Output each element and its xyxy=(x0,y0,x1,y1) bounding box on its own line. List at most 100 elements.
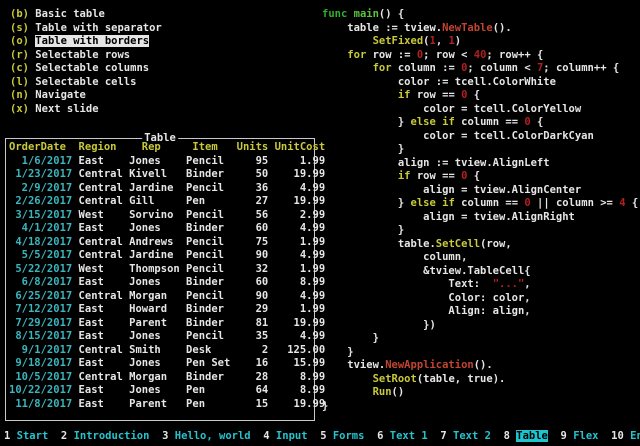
cell-rep: Parent xyxy=(129,398,180,410)
cell-orderdate: 7/29/2017 xyxy=(9,317,72,329)
menu-item-label: Selectable cells xyxy=(35,76,136,88)
code-token: } xyxy=(322,143,404,155)
cell-rep: Sorvino xyxy=(129,209,180,221)
cell-units: 36 xyxy=(237,182,269,194)
cell-units: 90 xyxy=(237,290,269,302)
code-token: } xyxy=(322,224,404,236)
code-line: color := tcell.ColorWhite xyxy=(322,76,638,90)
code-token: align = tview.AlignRight xyxy=(322,211,575,223)
code-token: () { xyxy=(379,8,404,20)
table-row: 6/8/2017 East Jones Binder 60 8.99 xyxy=(9,276,325,290)
code-token: { xyxy=(467,170,480,182)
menu-hotkey: (l) xyxy=(10,76,29,88)
slide-nav-text-1[interactable]: 6 Text 1 xyxy=(377,430,428,442)
slide-nav-end[interactable]: 10 End xyxy=(611,430,640,442)
menu-item-selectable-cells[interactable]: (l) Selectable cells xyxy=(10,76,162,90)
cell-item: Pen Set xyxy=(186,357,230,369)
menu-item-selectable-rows[interactable]: (r) Selectable rows xyxy=(10,49,162,63)
cell-units: 2 xyxy=(237,344,269,356)
slide-nav-hello-world[interactable]: 3 Hello, world xyxy=(162,430,251,442)
menu-item-next-slide[interactable]: (x) Next slide xyxy=(10,103,162,117)
code-token: if xyxy=(442,197,455,209)
slide-nav-text-2[interactable]: 7 Text 2 xyxy=(440,430,491,442)
menu-item-navigate[interactable]: (n) Navigate xyxy=(10,89,162,103)
code-token: table. xyxy=(322,238,436,250)
cell-rep: Jones xyxy=(129,222,180,234)
cell-rep: Smith xyxy=(129,344,180,356)
cell-item: Pencil xyxy=(186,155,230,167)
cell-units: 60 xyxy=(237,222,269,234)
table-row: 10/5/2017 Central Morgan Binder 28 8.99 xyxy=(9,371,325,385)
menu-item-selectable-columns[interactable]: (c) Selectable columns xyxy=(10,62,162,76)
cell-orderdate: 1/23/2017 xyxy=(9,168,72,180)
cell-region: East xyxy=(79,317,123,329)
code-token: Color: color, xyxy=(322,292,531,304)
code-token: , xyxy=(524,278,530,290)
slide-nav-introduction[interactable]: 2 Introduction xyxy=(61,430,150,442)
code-token: color = tcell.ColorYellow xyxy=(322,103,581,115)
slide-label: Hello, world xyxy=(175,430,251,442)
code-token: Align: align, xyxy=(322,305,531,317)
cell-item: Pen xyxy=(186,384,230,396)
cell-unitcost: 4.99 xyxy=(275,182,326,194)
cell-item: Pencil xyxy=(186,209,230,221)
cell-item: Pencil xyxy=(186,263,230,275)
cell-rep: Jones xyxy=(129,384,180,396)
slide-nav-flex[interactable]: 9 Flex xyxy=(561,430,599,442)
cell-units: 90 xyxy=(237,249,269,261)
slide-label: Text 1 xyxy=(390,430,428,442)
code-line: color = tcell.ColorDarkCyan xyxy=(322,130,638,144)
menu-item-table-with-borders[interactable]: (o) Table with borders xyxy=(10,35,162,49)
cell-item: Pen xyxy=(186,195,230,207)
code-token: if xyxy=(442,116,455,128)
cell-units: 15 xyxy=(237,398,269,410)
code-token: table := tview. xyxy=(322,22,442,34)
slide-nav-table[interactable]: 8 Table xyxy=(504,430,548,442)
menu-item-label: Basic table xyxy=(35,8,105,20)
cell-unitcost: 4.99 xyxy=(275,290,326,302)
menu-item-label: Next slide xyxy=(35,103,98,115)
slide-number: 9 xyxy=(561,430,567,442)
slide-nav-start[interactable]: 1 Start xyxy=(4,430,48,442)
slide-label: Text 2 xyxy=(453,430,491,442)
cell-item: Binder xyxy=(186,222,230,234)
code-token xyxy=(322,170,398,182)
code-token: } xyxy=(322,332,379,344)
table-row: 4/18/2017 Central Andrews Pencil 75 1.99 xyxy=(9,236,325,250)
cell-item: Binder xyxy=(186,303,230,315)
code-token: } xyxy=(322,346,354,358)
slide-label: Forms xyxy=(333,430,365,442)
cell-region: East xyxy=(79,155,123,167)
code-token: column == xyxy=(455,116,525,128)
code-line: table.SetCell(row, xyxy=(322,238,638,252)
column-header-orderdate: OrderDate xyxy=(9,141,72,153)
cell-units: 16 xyxy=(237,357,269,369)
slide-label: Start xyxy=(17,430,49,442)
code-line: &tview.TableCell{ xyxy=(322,265,638,279)
code-token: color = tcell.ColorDarkCyan xyxy=(322,130,594,142)
cell-orderdate: 8/15/2017 xyxy=(9,330,72,342)
cell-region: Central xyxy=(79,249,123,261)
menu-item-table-with-separator[interactable]: (s) Table with separator xyxy=(10,22,162,36)
code-line: if row == 0 { xyxy=(322,170,638,184)
table-panel: Table OrderDate Region Rep Item Units Un… xyxy=(5,138,315,421)
slide-nav-input[interactable]: 4 Input xyxy=(263,430,307,442)
terminal-screen: (b) Basic table(s) Table with separator(… xyxy=(0,0,640,446)
code-token xyxy=(322,49,347,61)
slide-number: 7 xyxy=(440,430,446,442)
code-token: for xyxy=(347,49,366,61)
table-row: 3/15/2017 West Sorvino Pencil 56 2.99 xyxy=(9,209,325,223)
code-line: }) xyxy=(322,319,638,333)
cell-region: West xyxy=(79,263,123,275)
code-line: } else if column == 0 || column >= 4 { xyxy=(322,197,638,211)
table-row: 2/9/2017 Central Jardine Pencil 36 4.99 xyxy=(9,182,325,196)
cell-units: 50 xyxy=(237,168,269,180)
slide-label: End xyxy=(630,430,640,442)
cell-item: Binder xyxy=(186,168,230,180)
menu-item-basic-table[interactable]: (b) Basic table xyxy=(10,8,162,22)
slide-number: 8 xyxy=(504,430,510,442)
cell-units: 32 xyxy=(237,263,269,275)
slide-nav-forms[interactable]: 5 Forms xyxy=(320,430,364,442)
code-token xyxy=(322,89,398,101)
cell-orderdate: 5/22/2017 xyxy=(9,263,72,275)
